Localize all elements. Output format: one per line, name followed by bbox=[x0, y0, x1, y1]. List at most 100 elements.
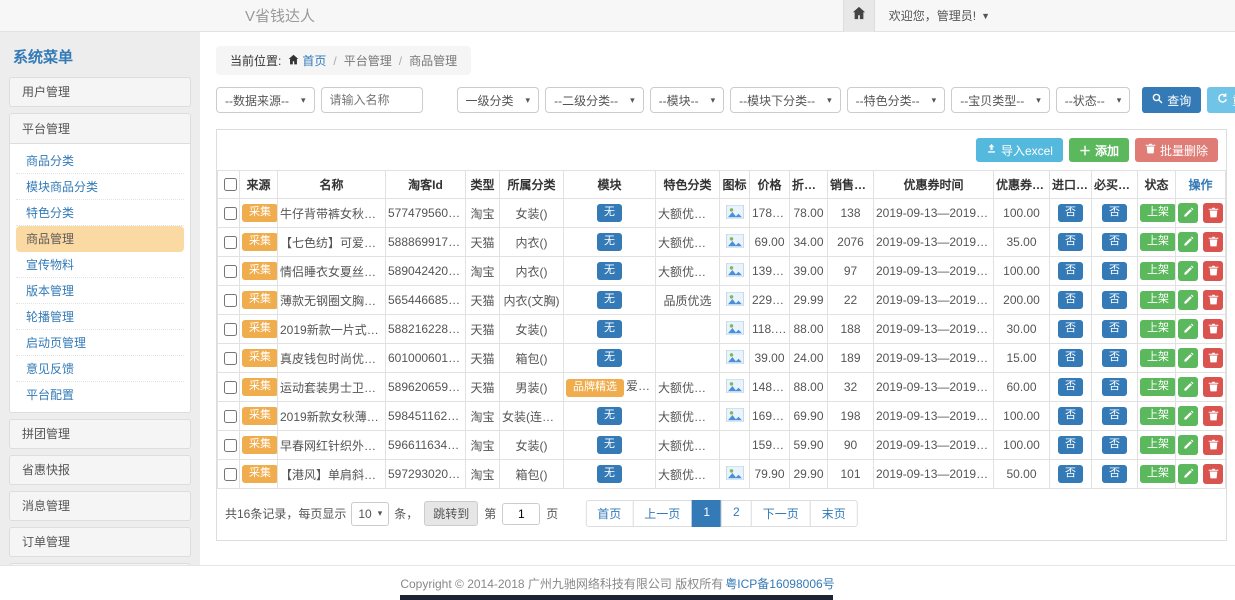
module-badge[interactable]: 无 bbox=[597, 465, 622, 482]
mustbuy-toggle[interactable]: 否 bbox=[1102, 436, 1127, 453]
home-button[interactable] bbox=[843, 0, 875, 32]
mustbuy-toggle[interactable]: 否 bbox=[1102, 407, 1127, 424]
row-checkbox[interactable] bbox=[224, 323, 237, 336]
pager-item-2[interactable]: 2 bbox=[721, 500, 752, 527]
import-toggle[interactable]: 否 bbox=[1058, 320, 1083, 337]
row-checkbox[interactable] bbox=[224, 207, 237, 220]
product-image-icon[interactable] bbox=[726, 382, 744, 396]
row-checkbox[interactable] bbox=[224, 265, 237, 278]
status-toggle[interactable]: 上架 bbox=[1140, 349, 1176, 366]
search-button[interactable]: 查询 bbox=[1142, 87, 1201, 113]
module-badge[interactable]: 品牌精选 bbox=[566, 379, 624, 396]
row-checkbox[interactable] bbox=[224, 352, 237, 365]
sidebar-item-启动页管理[interactable]: 启动页管理 bbox=[16, 330, 184, 356]
pager-item-上一页[interactable]: 上一页 bbox=[632, 500, 692, 527]
user-menu[interactable]: 欢迎您，管理员! ▼ bbox=[889, 7, 990, 24]
name-search-input[interactable] bbox=[321, 87, 423, 113]
edit-button[interactable] bbox=[1178, 261, 1198, 281]
sidebar-group[interactable]: 消息管理 bbox=[9, 491, 191, 521]
sidebar-group[interactable]: 订单管理 bbox=[9, 527, 191, 557]
filter-select[interactable]: --数据来源--▾ bbox=[216, 87, 315, 113]
sidebar-group[interactable]: 平台管理 bbox=[10, 114, 190, 144]
import-toggle[interactable]: 否 bbox=[1058, 465, 1083, 482]
page-number-input[interactable] bbox=[502, 503, 540, 525]
sidebar-item-宣传物料[interactable]: 宣传物料 bbox=[16, 252, 184, 278]
pager-item-下一页[interactable]: 下一页 bbox=[751, 500, 811, 527]
status-toggle[interactable]: 上架 bbox=[1140, 465, 1176, 482]
breadcrumb-section[interactable]: 平台管理 bbox=[344, 52, 392, 69]
import-toggle[interactable]: 否 bbox=[1058, 233, 1083, 250]
filter-select[interactable]: --二级分类--▾ bbox=[545, 87, 644, 113]
delete-button[interactable] bbox=[1203, 348, 1223, 368]
add-button[interactable]: ＋ 添加 bbox=[1069, 138, 1129, 162]
import-toggle[interactable]: 否 bbox=[1058, 204, 1083, 221]
breadcrumb-home-link[interactable]: 首页 bbox=[288, 52, 326, 69]
mustbuy-toggle[interactable]: 否 bbox=[1102, 262, 1127, 279]
module-badge[interactable]: 无 bbox=[597, 436, 622, 453]
edit-button[interactable] bbox=[1178, 377, 1198, 397]
mustbuy-toggle[interactable]: 否 bbox=[1102, 233, 1127, 250]
status-toggle[interactable]: 上架 bbox=[1140, 204, 1176, 221]
mustbuy-toggle[interactable]: 否 bbox=[1102, 349, 1127, 366]
delete-button[interactable] bbox=[1203, 261, 1223, 281]
product-image-icon[interactable] bbox=[726, 411, 744, 425]
sidebar-item-版本管理[interactable]: 版本管理 bbox=[16, 278, 184, 304]
sidebar-item-特色分类[interactable]: 特色分类 bbox=[16, 200, 184, 226]
sidebar-group[interactable]: 兑换管理 bbox=[9, 563, 191, 565]
mustbuy-toggle[interactable]: 否 bbox=[1102, 378, 1127, 395]
sidebar-item-轮播管理[interactable]: 轮播管理 bbox=[16, 304, 184, 330]
product-image-icon[interactable] bbox=[726, 208, 744, 222]
status-toggle[interactable]: 上架 bbox=[1140, 262, 1176, 279]
sidebar-group[interactable]: 省惠快报 bbox=[9, 455, 191, 485]
delete-button[interactable] bbox=[1203, 319, 1223, 339]
delete-button[interactable] bbox=[1203, 435, 1223, 455]
filter-select[interactable]: --模块下分类--▾ bbox=[730, 87, 841, 113]
icp-link[interactable]: 粤ICP备16098006号 bbox=[725, 575, 834, 592]
sidebar-item-平台配置[interactable]: 平台配置 bbox=[16, 382, 184, 408]
import-toggle[interactable]: 否 bbox=[1058, 436, 1083, 453]
row-checkbox[interactable] bbox=[224, 294, 237, 307]
edit-button[interactable] bbox=[1178, 406, 1198, 426]
product-image-icon[interactable] bbox=[726, 266, 744, 280]
pager-item-1[interactable]: 1 bbox=[691, 500, 722, 527]
edit-button[interactable] bbox=[1178, 348, 1198, 368]
module-badge[interactable]: 无 bbox=[597, 407, 622, 424]
edit-button[interactable] bbox=[1178, 464, 1198, 484]
filter-select[interactable]: --宝贝类型--▾ bbox=[951, 87, 1050, 113]
sidebar-item-意见反馈[interactable]: 意见反馈 bbox=[16, 356, 184, 382]
status-toggle[interactable]: 上架 bbox=[1140, 378, 1176, 395]
status-toggle[interactable]: 上架 bbox=[1140, 436, 1176, 453]
mustbuy-toggle[interactable]: 否 bbox=[1102, 204, 1127, 221]
row-checkbox[interactable] bbox=[224, 439, 237, 452]
import-toggle[interactable]: 否 bbox=[1058, 378, 1083, 395]
sidebar-group[interactable]: 拼团管理 bbox=[9, 419, 191, 449]
product-image-icon[interactable] bbox=[726, 324, 744, 338]
batch-delete-button[interactable]: 批量删除 bbox=[1135, 138, 1218, 162]
select-all-checkbox[interactable] bbox=[224, 178, 237, 191]
product-image-icon[interactable] bbox=[726, 237, 744, 251]
import-toggle[interactable]: 否 bbox=[1058, 291, 1083, 308]
sidebar-item-模块商品分类[interactable]: 模块商品分类 bbox=[16, 174, 184, 200]
module-badge[interactable]: 无 bbox=[597, 262, 622, 279]
import-toggle[interactable]: 否 bbox=[1058, 262, 1083, 279]
import-toggle[interactable]: 否 bbox=[1058, 349, 1083, 366]
mustbuy-toggle[interactable]: 否 bbox=[1102, 465, 1127, 482]
edit-button[interactable] bbox=[1178, 319, 1198, 339]
product-image-icon[interactable] bbox=[726, 469, 744, 483]
pager-item-末页[interactable]: 末页 bbox=[810, 500, 858, 527]
product-image-icon[interactable] bbox=[726, 353, 744, 367]
edit-button[interactable] bbox=[1178, 435, 1198, 455]
delete-button[interactable] bbox=[1203, 290, 1223, 310]
row-checkbox[interactable] bbox=[224, 468, 237, 481]
filter-select[interactable]: 一级分类▾ bbox=[457, 87, 540, 113]
import-toggle[interactable]: 否 bbox=[1058, 407, 1083, 424]
delete-button[interactable] bbox=[1203, 464, 1223, 484]
sidebar-item-商品管理[interactable]: 商品管理 bbox=[16, 226, 184, 252]
import-excel-button[interactable]: 导入excel bbox=[976, 138, 1063, 162]
module-badge[interactable]: 无 bbox=[597, 291, 622, 308]
mustbuy-toggle[interactable]: 否 bbox=[1102, 320, 1127, 337]
delete-button[interactable] bbox=[1203, 203, 1223, 223]
row-checkbox[interactable] bbox=[224, 381, 237, 394]
delete-button[interactable] bbox=[1203, 377, 1223, 397]
pager-item-首页[interactable]: 首页 bbox=[585, 500, 633, 527]
